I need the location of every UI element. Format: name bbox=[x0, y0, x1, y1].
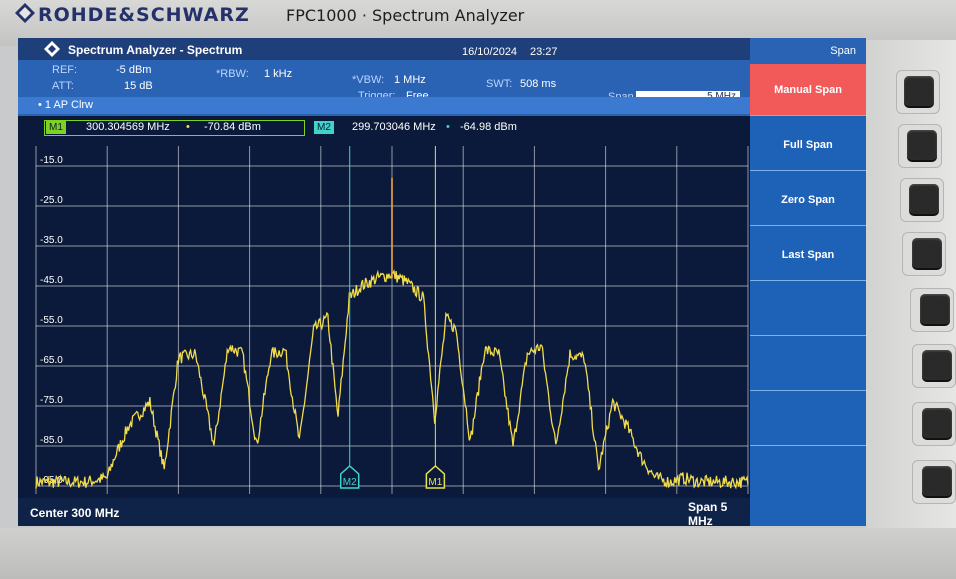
mode-label: Span bbox=[830, 45, 856, 57]
center-frequency: Center 300 MHz bbox=[30, 506, 120, 520]
vbw-value: 1 MHz bbox=[394, 74, 426, 86]
marker-readout-bar: M1 300.304569 MHz • -70.84 dBm M2 299.70… bbox=[36, 118, 750, 138]
trace-info-bar: • 1 AP Clrw bbox=[18, 97, 750, 114]
ref-value: -5 dBm bbox=[116, 64, 152, 76]
hw-softkey-4[interactable] bbox=[912, 238, 942, 268]
y-tick-label: -55.0 bbox=[40, 315, 63, 326]
y-tick-label: -45.0 bbox=[40, 275, 63, 286]
marker-1-readout[interactable] bbox=[44, 120, 305, 136]
hw-softkey-5[interactable] bbox=[920, 294, 950, 324]
softkey-2[interactable]: Full Span bbox=[750, 119, 866, 171]
att-label: ATT: bbox=[52, 80, 74, 92]
brand-name: ROHDE&SCHWARZ bbox=[38, 4, 250, 26]
marker-1-frequency: 300.304569 MHz bbox=[86, 121, 170, 133]
y-tick-label: -15.0 bbox=[40, 155, 63, 166]
y-tick-label: -25.0 bbox=[40, 195, 63, 206]
y-tick-label: -65.0 bbox=[40, 355, 63, 366]
marker-1-label: M1 bbox=[428, 477, 442, 488]
hw-softkey-2[interactable] bbox=[907, 130, 937, 160]
hw-softkey-7[interactable] bbox=[922, 408, 952, 438]
device-bottom-bezel bbox=[0, 528, 956, 579]
softkey-3[interactable]: Zero Span bbox=[750, 174, 866, 226]
vbw-label: *VBW: bbox=[352, 74, 385, 86]
window-title: Spectrum Analyzer - Spectrum bbox=[68, 43, 243, 57]
rbw-label: *RBW: bbox=[216, 68, 249, 80]
marker-2-tag: M2 bbox=[314, 121, 334, 134]
model-name: FPC1000 · Spectrum Analyzer bbox=[286, 6, 525, 25]
swt-value: 508 ms bbox=[520, 78, 557, 90]
hw-softkey-1[interactable] bbox=[904, 76, 934, 106]
softkey-1[interactable]: Manual Span bbox=[750, 64, 866, 116]
softkey-panel: Manual Span Full Span Zero Span Last Span bbox=[750, 64, 866, 526]
marker-1-bullet: • bbox=[186, 121, 190, 133]
footer-bar: Center 300 MHz Span 5 MHz bbox=[18, 498, 750, 526]
rohde-schwarz-logo-icon bbox=[15, 3, 35, 23]
marker-2-frequency: 299.703046 MHz bbox=[352, 121, 436, 133]
y-tick-labels: -15.0 -25.0 -35.0 -45.0 -55.0 -65.0 -75.0 -85.0… bbox=[40, 155, 63, 486]
time-display: 23:27 bbox=[530, 46, 558, 58]
y-tick-label: -85.0 bbox=[40, 435, 63, 446]
y-tick-label: -75.0 bbox=[40, 395, 63, 406]
app-logo-icon bbox=[44, 41, 60, 57]
marker-2-bullet: • bbox=[446, 121, 450, 133]
spectrum-plot[interactable]: -15.0 -25.0 -35.0 -45.0 -55.0 -65.0 -75.0 -85.0… bbox=[18, 138, 750, 496]
analyzer-screen: Spectrum Analyzer - Spectrum 16/10/2024 … bbox=[18, 38, 866, 526]
marker-1-level: -70.84 dBm bbox=[204, 121, 261, 133]
marker-1-tag: M1 bbox=[46, 121, 66, 134]
softkey-header: Span bbox=[750, 38, 866, 64]
hw-softkey-8[interactable] bbox=[922, 466, 952, 496]
y-tick-label: -35.0 bbox=[40, 235, 63, 246]
softkey-4[interactable]: Last Span bbox=[750, 229, 866, 281]
date-display: 16/10/2024 bbox=[462, 46, 518, 58]
rbw-value: 1 kHz bbox=[264, 68, 293, 80]
trace-label[interactable]: • 1 AP Clrw bbox=[38, 99, 93, 111]
hw-softkey-3[interactable] bbox=[909, 184, 939, 214]
marker-2-label: M2 bbox=[343, 477, 357, 488]
ref-label: REF: bbox=[52, 64, 78, 76]
hw-softkey-6[interactable] bbox=[922, 350, 952, 380]
softkey-5[interactable] bbox=[750, 284, 866, 336]
softkey-7[interactable] bbox=[750, 394, 866, 446]
title-bar: Spectrum Analyzer - Spectrum 16/10/2024 … bbox=[18, 38, 750, 60]
span-readout: Span 5 MHz bbox=[688, 500, 728, 526]
att-value: 15 dB bbox=[124, 80, 153, 92]
swt-label: SWT: bbox=[486, 78, 513, 90]
marker-2-level: -64.98 dBm bbox=[460, 121, 517, 133]
softkey-6[interactable] bbox=[750, 339, 866, 391]
